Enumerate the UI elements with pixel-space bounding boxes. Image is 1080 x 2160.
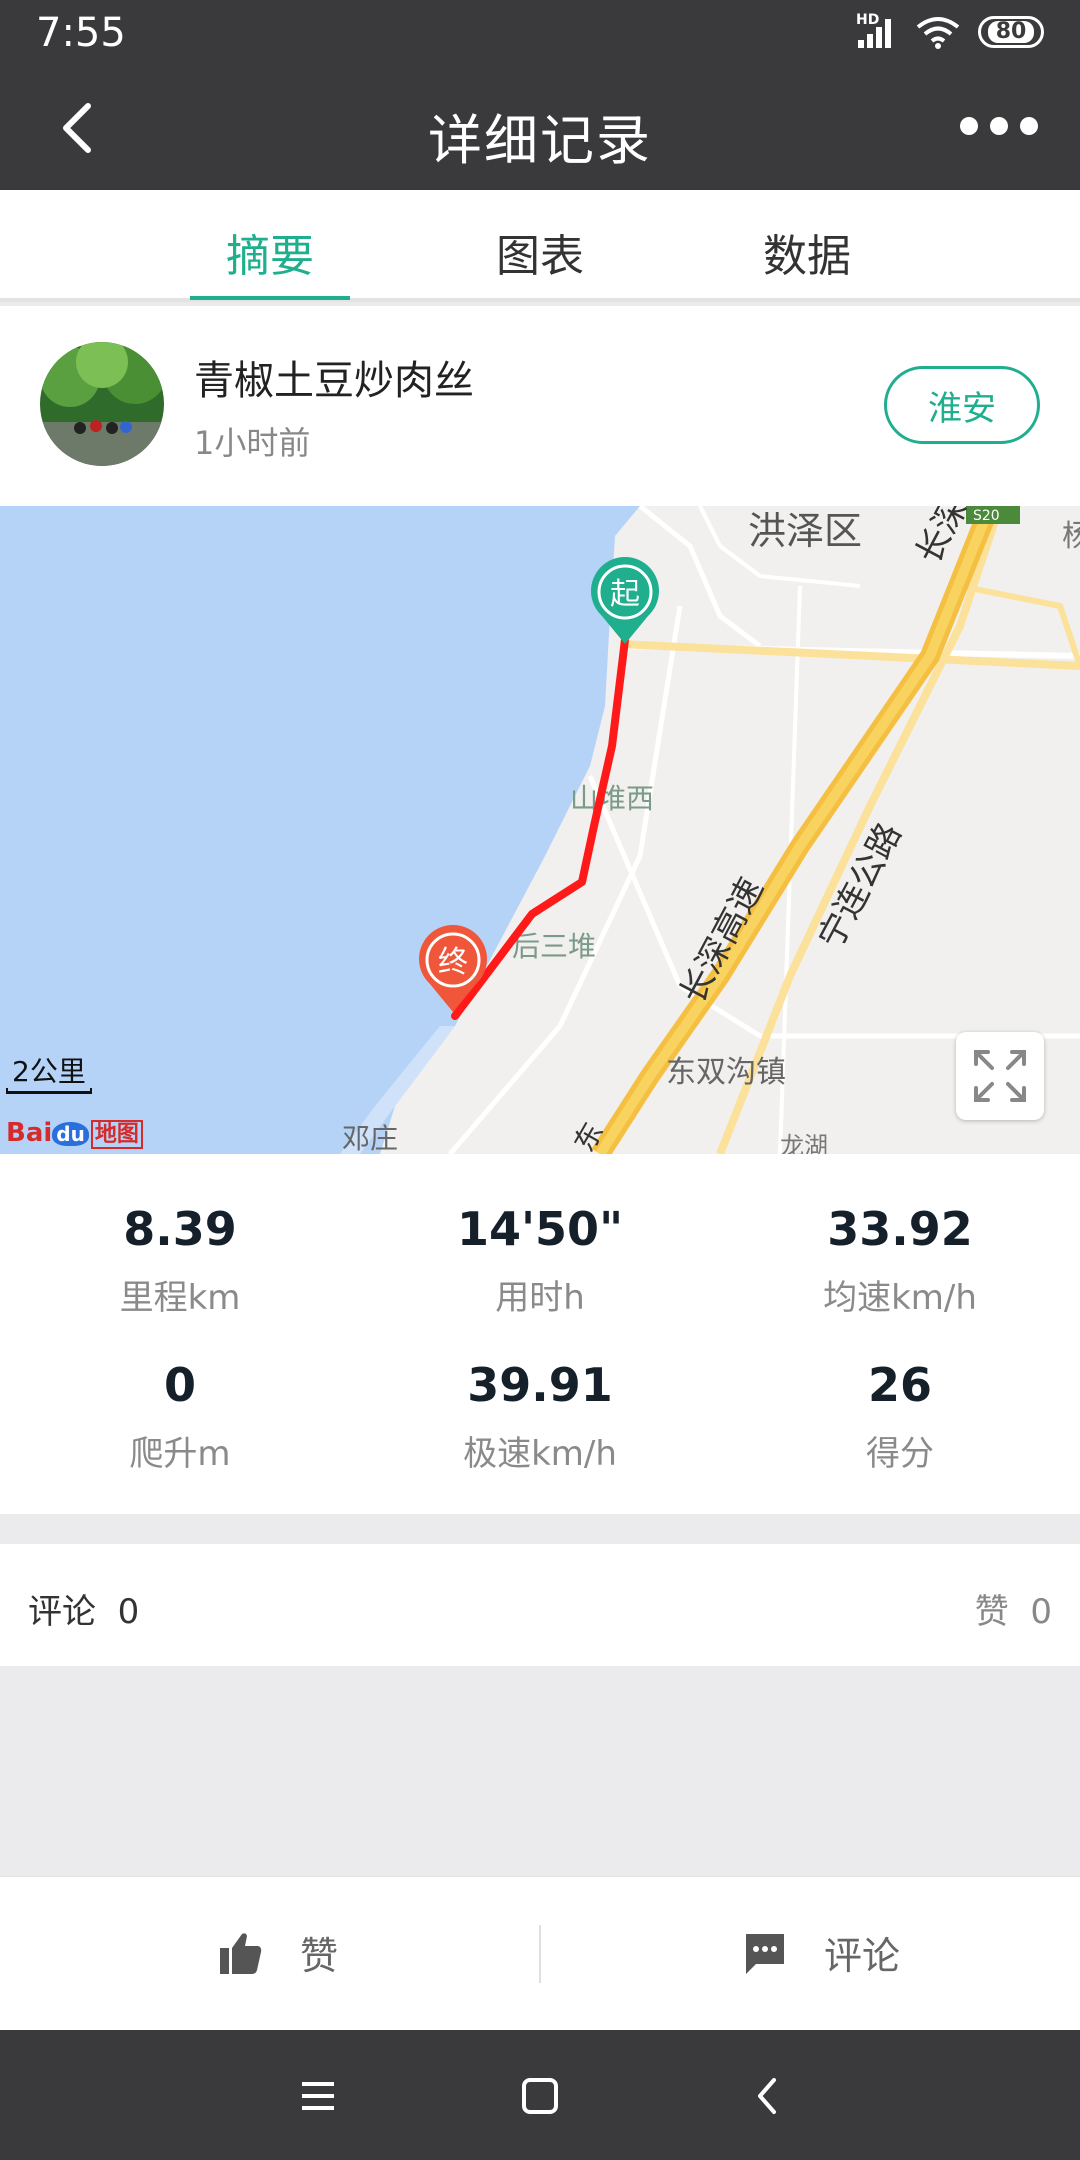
wifi-icon [916,17,960,49]
map-label-edge: 杨 [1062,519,1080,554]
tab-data[interactable]: 数据 [727,220,887,284]
logo-du: du [52,1122,89,1146]
expand-icon [974,1050,1026,1102]
network-type: HD [856,12,880,28]
stat-label: 极速km/h [463,1434,617,1474]
map-label-place2: 后三堆 [512,930,596,963]
comments-row[interactable]: 评论 0 赞 0 [0,1544,1080,1666]
road-number-label: S20 [973,508,1000,524]
route-map[interactable]: S20 洪泽区 杨 山堆西 后三堆 东双沟镇 邓庄 东 龙湖 长深高速 长深高速… [0,506,1080,1154]
stat-climb: 0 爬升m [0,1358,360,1475]
thumbs-up-icon [220,1932,262,1974]
map-label-district: 洪泽区 [748,509,862,553]
user-name[interactable]: 青椒土豆炒肉丝 [194,348,474,406]
status-bar: 7:55 HD 80 [0,0,1080,66]
fullscreen-button[interactable] [956,1032,1044,1120]
stat-duration: 14'50" 用时h [360,1202,720,1319]
stat-label: 均速km/h [823,1278,977,1318]
stat-value: 0 [163,1358,196,1412]
logo-map-text: 地图 [90,1120,143,1149]
comment-count-label: 评论 [28,1592,96,1632]
action-bar: 赞 评论 [0,1876,1080,2030]
battery-icon: 80 [978,16,1044,48]
stats-panel: 8.39 里程km 14'50" 用时h 33.92 均速km/h 0 爬升m … [0,1154,1080,1514]
stat-value: 26 [867,1358,932,1412]
more-dot-icon [960,117,978,135]
comment-icon [746,1933,784,1974]
stat-distance: 8.39 里程km [0,1202,360,1319]
user-row: 青椒土豆炒肉丝 1小时前 淮安 [0,306,1080,506]
stat-label: 里程km [119,1278,241,1318]
back-chevron-icon [758,2078,776,2114]
map-scale-bar [6,1088,92,1094]
tab-bar: 摘要 图表 数据 [0,190,1080,302]
page-title: 详细记录 [428,109,652,172]
status-time: 7:55 [36,10,126,56]
comment-count-value: 0 [117,1592,140,1632]
comment-count: 评论 0 [28,1584,139,1633]
map-canvas: S20 洪泽区 杨 山堆西 后三堆 东双沟镇 邓庄 东 龙湖 长深高速 长深高速… [0,506,1080,1154]
like-count: 赞 0 [975,1584,1052,1633]
menu-icon [302,2082,334,2110]
stat-value: 8.39 [123,1202,237,1256]
stat-label: 用时h [495,1278,585,1318]
title-bar: 详细记录 [0,66,1080,190]
more-options-button[interactable] [960,106,1040,146]
stat-score: 26 得分 [720,1358,1080,1475]
map-label-village: 邓庄 [342,1122,398,1154]
battery-level: 80 [987,21,1035,43]
menu-nav-button[interactable] [286,2064,350,2128]
map-label-place1: 山堆西 [570,782,654,815]
stat-value: 39.91 [467,1358,613,1412]
home-nav-button[interactable] [508,2064,572,2128]
tab-charts[interactable]: 图表 [460,220,620,284]
stat-label: 爬升m [129,1434,231,1474]
status-icons: HD 80 [856,12,1044,50]
like-count-label: 赞 [974,1592,1009,1632]
stat-avg-speed: 33.92 均速km/h [720,1202,1080,1319]
map-scale-label: 2公里 [12,1055,86,1088]
more-dot-icon [1020,117,1038,135]
map-label-edge3: 龙湖 [780,1132,828,1154]
more-dot-icon [990,117,1008,135]
signal-icon: HD [856,12,898,50]
home-square-icon [522,2078,558,2114]
comment-button-label: 评论 [824,1934,901,1978]
back-nav-button[interactable] [736,2064,800,2128]
like-button-label: 赞 [300,1934,339,1978]
stat-max-speed: 39.91 极速km/h [360,1358,720,1475]
stat-value: 14'50" [456,1202,624,1256]
action-divider [539,1925,541,1983]
like-count-value: 0 [1030,1592,1052,1632]
location-tag-button[interactable]: 淮安 [884,366,1040,444]
stat-value: 33.92 [827,1202,973,1256]
map-label-town: 东双沟镇 [666,1055,786,1090]
start-marker-label: 起 [610,577,640,612]
comment-button[interactable]: 评论 [742,1925,900,1980]
record-time: 1小时前 [194,424,311,462]
tab-summary[interactable]: 摘要 [190,220,350,284]
logo-text: Bai [6,1118,53,1148]
system-nav-bar [0,2030,1080,2160]
baidu-map-logo: Bai du 地图 [6,1116,143,1149]
tab-indicator [190,296,350,300]
end-marker-label: 终 [438,945,468,980]
avatar[interactable] [40,342,164,466]
stat-label: 得分 [866,1434,934,1474]
like-button[interactable]: 赞 [218,1925,338,1980]
